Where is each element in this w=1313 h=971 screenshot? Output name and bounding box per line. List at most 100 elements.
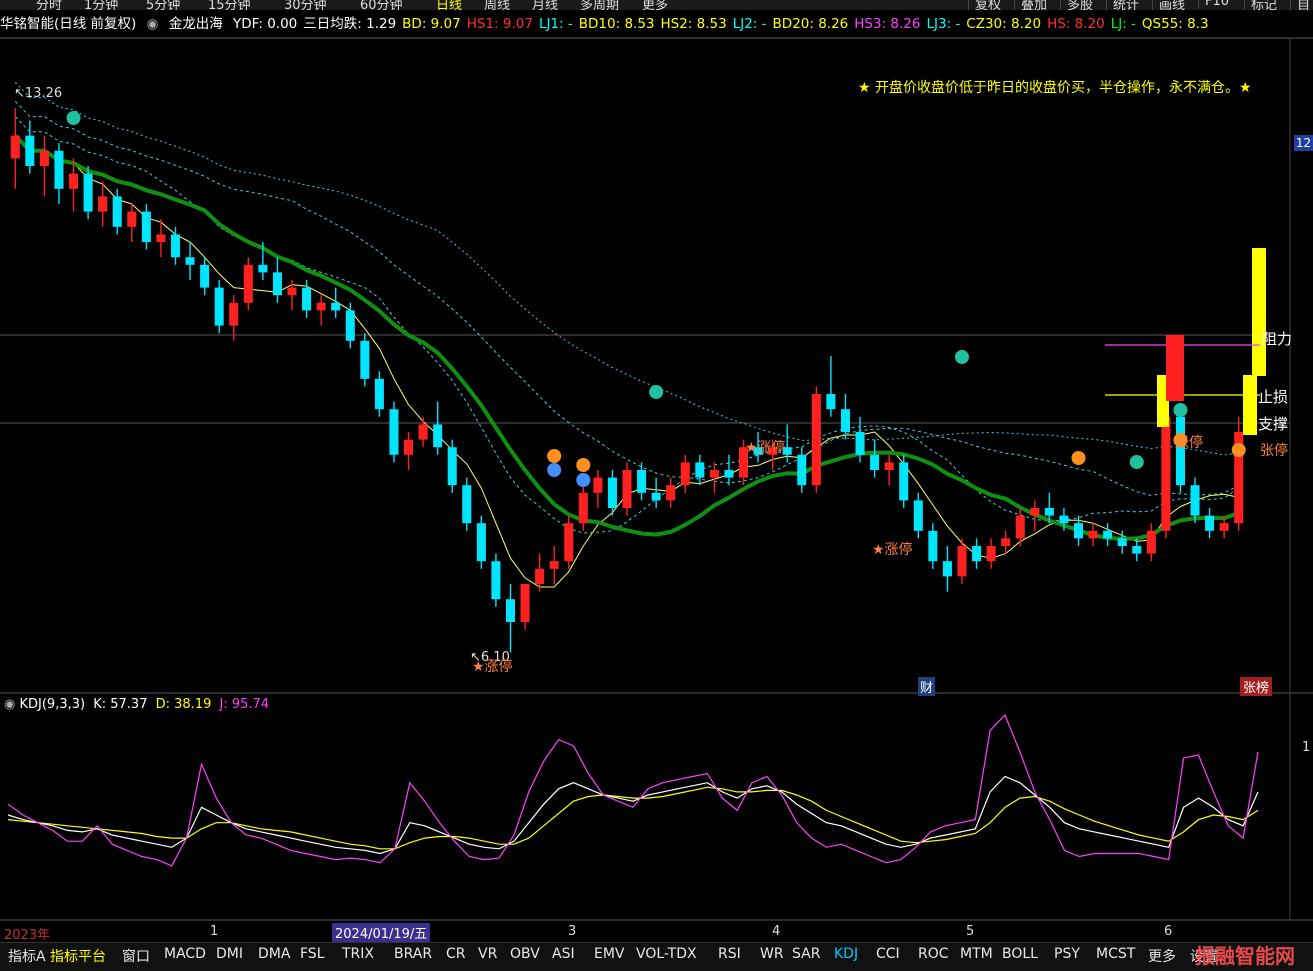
candle-body[interactable] (69, 173, 79, 189)
indicator-tab[interactable]: DMA (258, 946, 290, 962)
candle-body[interactable] (826, 394, 836, 410)
candle-body[interactable] (389, 409, 399, 455)
indicator-tab[interactable]: BOLL (1002, 946, 1038, 962)
candle-body[interactable] (83, 173, 93, 212)
candle-body[interactable] (1001, 538, 1011, 546)
indicator-tab[interactable]: MACD (164, 946, 206, 962)
indicator-tab[interactable]: CR (446, 946, 466, 962)
indicator-tab[interactable]: 指标A (8, 946, 46, 966)
candle-body[interactable] (10, 135, 20, 159)
indicator-tab[interactable]: WR (760, 946, 784, 962)
kdj-toggle-icon[interactable]: ◉ (4, 697, 15, 712)
candle-body[interactable] (651, 492, 661, 501)
indicator-tab[interactable]: VR (478, 946, 497, 962)
candle-body[interactable] (899, 462, 909, 501)
candle-body[interactable] (607, 477, 617, 508)
indicator-tab[interactable]: BRAR (394, 946, 432, 962)
indicator-tab[interactable]: OBV (510, 946, 540, 962)
candle-body[interactable] (564, 523, 574, 562)
candle-body[interactable] (709, 470, 719, 478)
signal-marker[interactable] (649, 385, 664, 399)
candle-body[interactable] (243, 264, 253, 303)
indicator-tab[interactable]: VOL-TDX (636, 946, 697, 962)
candle-body[interactable] (1088, 530, 1098, 539)
candle-body[interactable] (200, 264, 210, 288)
candle-body[interactable] (214, 287, 224, 326)
candle-body[interactable] (374, 378, 384, 410)
candle-body[interactable] (1219, 523, 1229, 531)
candle-body[interactable] (287, 287, 297, 296)
candle-body[interactable] (520, 584, 530, 622)
candle-body[interactable] (25, 135, 35, 166)
candle-body[interactable] (1030, 508, 1040, 516)
signal-marker[interactable] (576, 473, 591, 487)
candle-body[interactable] (141, 211, 151, 242)
signal-marker[interactable] (66, 111, 81, 125)
candle-body[interactable] (549, 561, 559, 569)
signal-marker[interactable] (1071, 451, 1086, 465)
candle-body[interactable] (870, 454, 880, 470)
candle-body[interactable] (1190, 485, 1200, 516)
candle-body[interactable] (884, 462, 894, 470)
candle-body[interactable] (928, 530, 938, 562)
indicator-tab[interactable]: DMI (216, 946, 243, 962)
candle-body[interactable] (462, 485, 472, 524)
candle-body[interactable] (345, 310, 355, 341)
candle-body[interactable] (913, 500, 923, 531)
candle-body[interactable] (1161, 416, 1171, 531)
kdj-title[interactable]: KDJ(9,3,3) (19, 697, 85, 712)
finance-badge[interactable]: 财 (918, 677, 936, 696)
candle-body[interactable] (98, 196, 108, 212)
candle-body[interactable] (404, 439, 414, 455)
candle-body[interactable] (724, 470, 734, 478)
candle-body[interactable] (1073, 523, 1084, 539)
indicator-tab[interactable]: RSI (718, 946, 741, 962)
indicator-tab[interactable]: 窗口 (122, 946, 150, 966)
signal-marker[interactable] (547, 463, 562, 477)
candle-body[interactable] (1146, 530, 1156, 554)
indicator-tab[interactable]: MCST (1096, 946, 1135, 962)
candle-body[interactable] (840, 409, 850, 432)
signal-marker[interactable] (1231, 443, 1246, 457)
candle-body[interactable] (986, 546, 996, 562)
candle-body[interactable] (666, 485, 676, 501)
candle-body[interactable] (476, 523, 486, 562)
candle-body[interactable] (593, 477, 603, 493)
indicator-tab[interactable]: ROC (918, 946, 949, 962)
candle-body[interactable] (1044, 508, 1054, 516)
candle-body[interactable] (1132, 546, 1142, 554)
signal-marker[interactable] (576, 458, 591, 472)
indicator-tab[interactable]: PSY (1054, 946, 1080, 962)
indicator-tab[interactable]: SAR (792, 946, 820, 962)
candle-body[interactable] (54, 150, 64, 189)
candle-body[interactable] (505, 599, 515, 622)
candle-body[interactable] (272, 272, 282, 296)
indicator-tab[interactable]: CCI (876, 946, 900, 962)
candle-body[interactable] (942, 561, 952, 577)
candle-body[interactable] (957, 546, 967, 577)
candle-body[interactable] (418, 424, 428, 440)
candle-body[interactable] (535, 568, 545, 584)
candlestick-chart[interactable] (0, 0, 1313, 942)
candle-body[interactable] (811, 394, 821, 486)
signal-marker[interactable] (547, 449, 562, 463)
candle-body[interactable] (302, 287, 312, 311)
indicator-tab[interactable]: MTM (960, 946, 993, 962)
candle-body[interactable] (578, 492, 588, 524)
candle-body[interactable] (447, 447, 457, 486)
indicator-tab[interactable]: 更多 (1148, 946, 1176, 966)
candle-body[interactable] (316, 302, 326, 311)
candle-body[interactable] (258, 264, 268, 273)
candle-body[interactable] (1117, 538, 1127, 546)
signal-marker[interactable] (954, 350, 969, 364)
candle-body[interactable] (1103, 530, 1113, 539)
candle-body[interactable] (127, 211, 137, 227)
indicator-tab[interactable]: EMV (594, 946, 625, 962)
candle-body[interactable] (185, 257, 195, 265)
candle-body[interactable] (695, 462, 705, 478)
indicator-tab[interactable]: ASI (552, 946, 575, 962)
signal-marker[interactable] (1173, 403, 1188, 417)
candle-body[interactable] (1015, 515, 1025, 539)
candle-body[interactable] (331, 302, 341, 311)
candle-body[interactable] (855, 432, 865, 455)
